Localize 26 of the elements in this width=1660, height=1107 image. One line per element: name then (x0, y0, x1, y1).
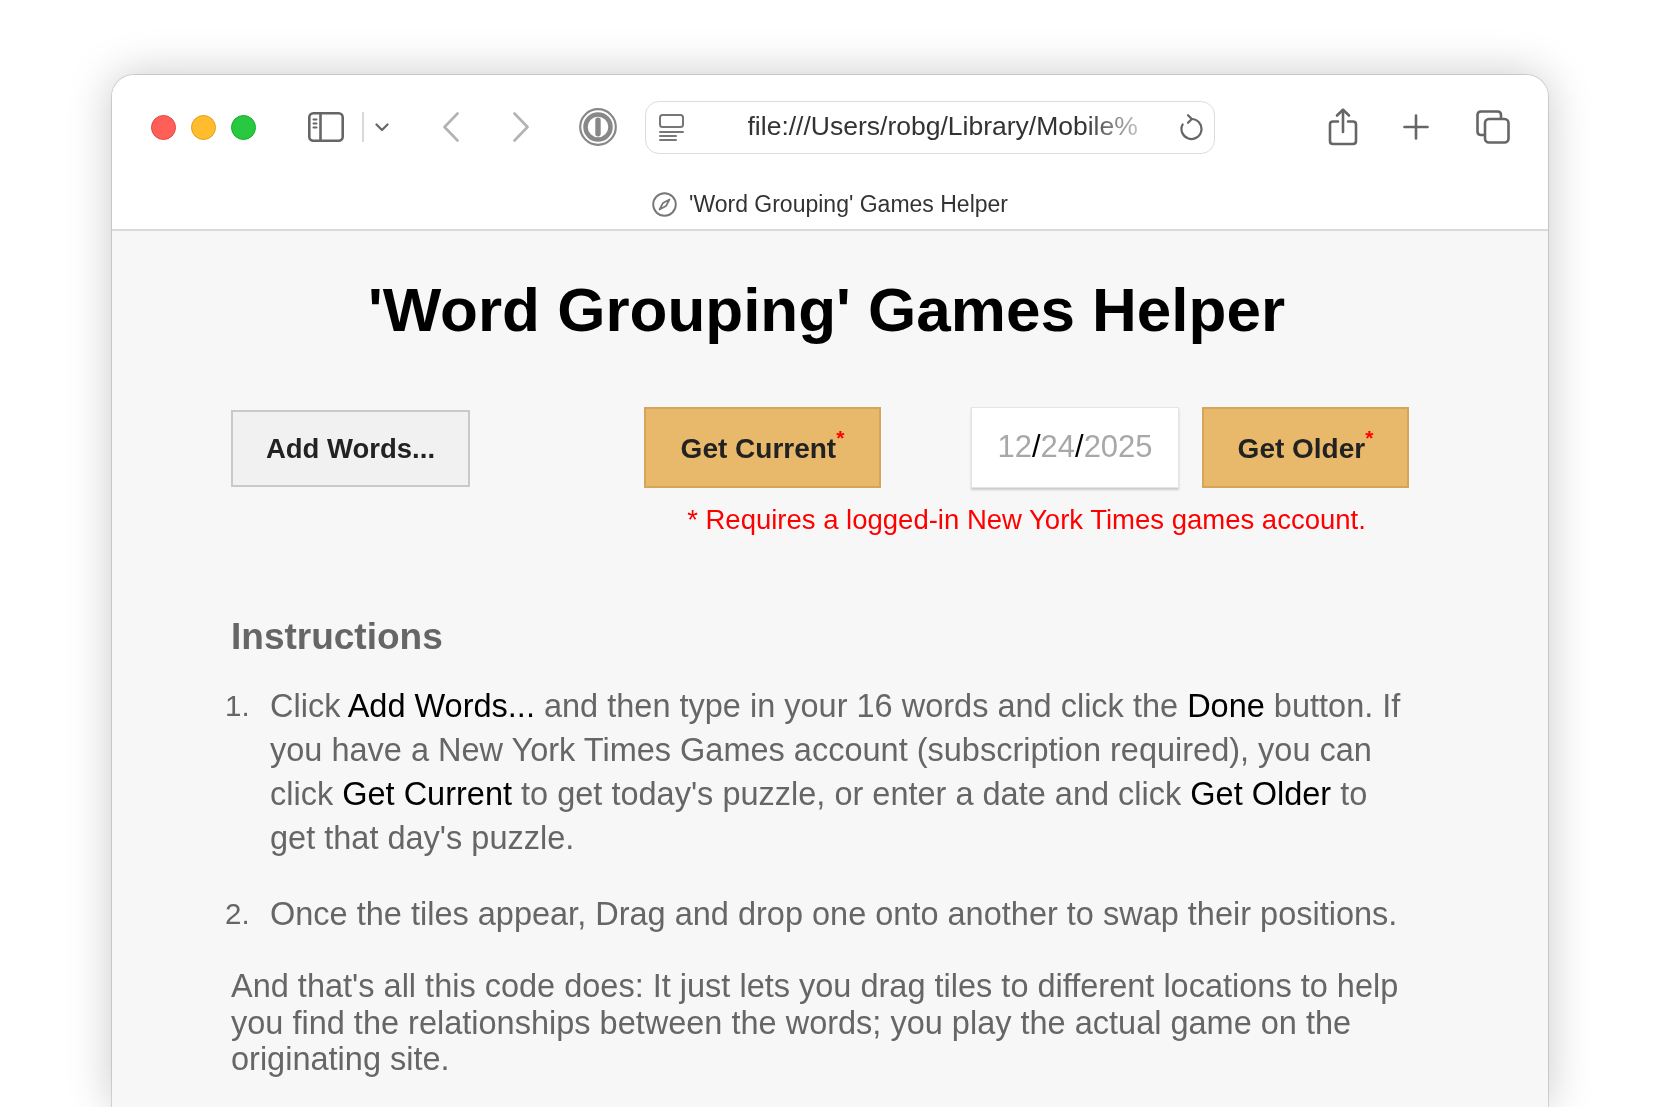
url-text: file:///Users/robg/Library/Mobile% (747, 110, 1138, 144)
plus-icon[interactable] (1402, 114, 1429, 140)
paragraph-text: And that's all this code does: It just lets you drag tiles to different locations to help you find the relationships between the words; you play the actual game on the originating site. (231, 968, 1400, 1078)
page-icon[interactable] (658, 113, 684, 141)
page-title: 'Word Grouping' Games Helper (366, 274, 1287, 346)
sidebar-icon[interactable] (308, 112, 344, 142)
tabs-icon[interactable] (1475, 110, 1510, 144)
step-text: Once the tiles appear, Drag and drop one onto another to swap their positions. (270, 895, 1398, 934)
compass-icon (652, 191, 677, 217)
add-words-button[interactable]: Add Words... (231, 410, 470, 487)
zoom-icon[interactable] (231, 114, 256, 140)
account-note: * Requires a logged-in New York Times games account. (687, 505, 1366, 535)
step-number: 2. (225, 896, 251, 932)
step-number: 1. (225, 688, 251, 724)
get-current-button[interactable]: Get Current$^{*}$ (644, 407, 881, 488)
tab-title[interactable]: 'Word Grouping' Games Helper (689, 186, 1008, 222)
get-older-button[interactable]: Get Older$^{*}$ (1202, 407, 1409, 488)
share-icon[interactable] (1327, 108, 1358, 146)
reload-icon[interactable] (1178, 113, 1204, 141)
section-heading: Instructions (231, 616, 444, 658)
ring-bar-icon[interactable] (578, 108, 617, 146)
close-icon[interactable] (151, 114, 176, 140)
date-field[interactable]: 12/24/2025 (971, 407, 1179, 488)
step-text: Click Add Words... and then type in your 16 words and click the Done button. If you have a New York Times Games account (subscription required), you can click Get Current to get today's puzzle, or enter a date and click Get Older to get that day's puzzle. (270, 687, 1402, 858)
chevron-down-icon[interactable] (374, 122, 389, 132)
address-bar[interactable]: file:///Users/robg/Library/Mobile% (644, 100, 1215, 154)
